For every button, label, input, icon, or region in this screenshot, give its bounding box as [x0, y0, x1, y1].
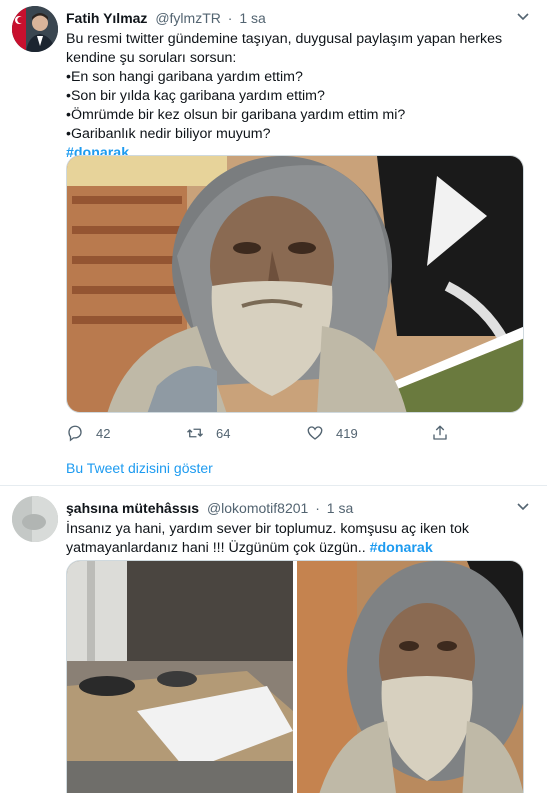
author-name[interactable]: Fatih Yılmaz [66, 10, 147, 26]
tweet-line: yatmayanlardanız hani !!! Üzgünüm çok üz… [66, 539, 469, 558]
tweet-photo-grid[interactable] [66, 560, 524, 793]
tweet-text: Bu resmi twitter gündemine taşıyan, duyg… [66, 30, 502, 163]
hashtag-link[interactable]: #donarak [370, 540, 433, 556]
retweet-icon [187, 428, 203, 438]
retweet-button[interactable]: 64 [186, 424, 230, 442]
tweet-line: •Ömrümde bir kez olsun bir garibana yard… [66, 107, 406, 123]
tweet-line: •En son hangi garibana yardım ettim? [66, 69, 303, 85]
tweet-line: Bu resmi twitter gündemine taşıyan, duyg… [66, 31, 503, 47]
more-options-button[interactable] [515, 8, 531, 27]
reply-button[interactable]: 42 [66, 424, 110, 442]
author-name[interactable]: şahsına mütehâssıs [66, 500, 199, 516]
author-handle[interactable]: @lokomotif8201 [207, 500, 308, 516]
reply-icon [68, 425, 82, 442]
like-button[interactable]: 419 [306, 424, 358, 442]
retweet-count: 64 [216, 425, 231, 441]
avatar[interactable] [12, 496, 58, 542]
tweet-line: •Garibanlık nedir biliyor muyum? [66, 126, 271, 142]
timestamp[interactable]: 1 sa [239, 10, 265, 26]
separator-dot: · [315, 500, 320, 516]
tweet-text: İnsanız ya hani, yardım sever bir toplum… [66, 520, 469, 558]
tweet-line: İnsanız ya hani, yardım sever bir toplum… [66, 521, 469, 537]
author-handle[interactable]: @fylmzTR [155, 10, 221, 26]
tweet-photo[interactable] [66, 155, 524, 413]
heart-icon [307, 426, 323, 440]
share-icon [433, 425, 447, 440]
reply-count: 42 [96, 425, 111, 441]
chevron-down-icon [517, 13, 529, 21]
tweet-1[interactable]: Fatih Yılmaz @fylmzTR · 1 sa Bu resmi tw… [0, 0, 547, 486]
tweet-line: kendine şu soruları sorsun: [66, 50, 237, 66]
timestamp[interactable]: 1 sa [327, 500, 353, 516]
like-count: 419 [336, 425, 358, 441]
chevron-down-icon [517, 503, 529, 511]
show-thread-link[interactable]: Bu Tweet dizisini göster [66, 460, 213, 476]
avatar[interactable] [12, 6, 58, 52]
tweet-2[interactable]: şahsına mütehâssıs @lokomotif8201 · 1 sa… [0, 486, 547, 793]
more-options-button[interactable] [515, 498, 531, 517]
separator-dot: · [227, 10, 233, 26]
tweet-line: •Son bir yılda kaç garibana yardım ettim… [66, 88, 325, 104]
share-button[interactable] [431, 424, 449, 442]
tweet-line-text: yatmayanlardanız hani !!! Üzgünüm çok üz… [66, 540, 370, 556]
